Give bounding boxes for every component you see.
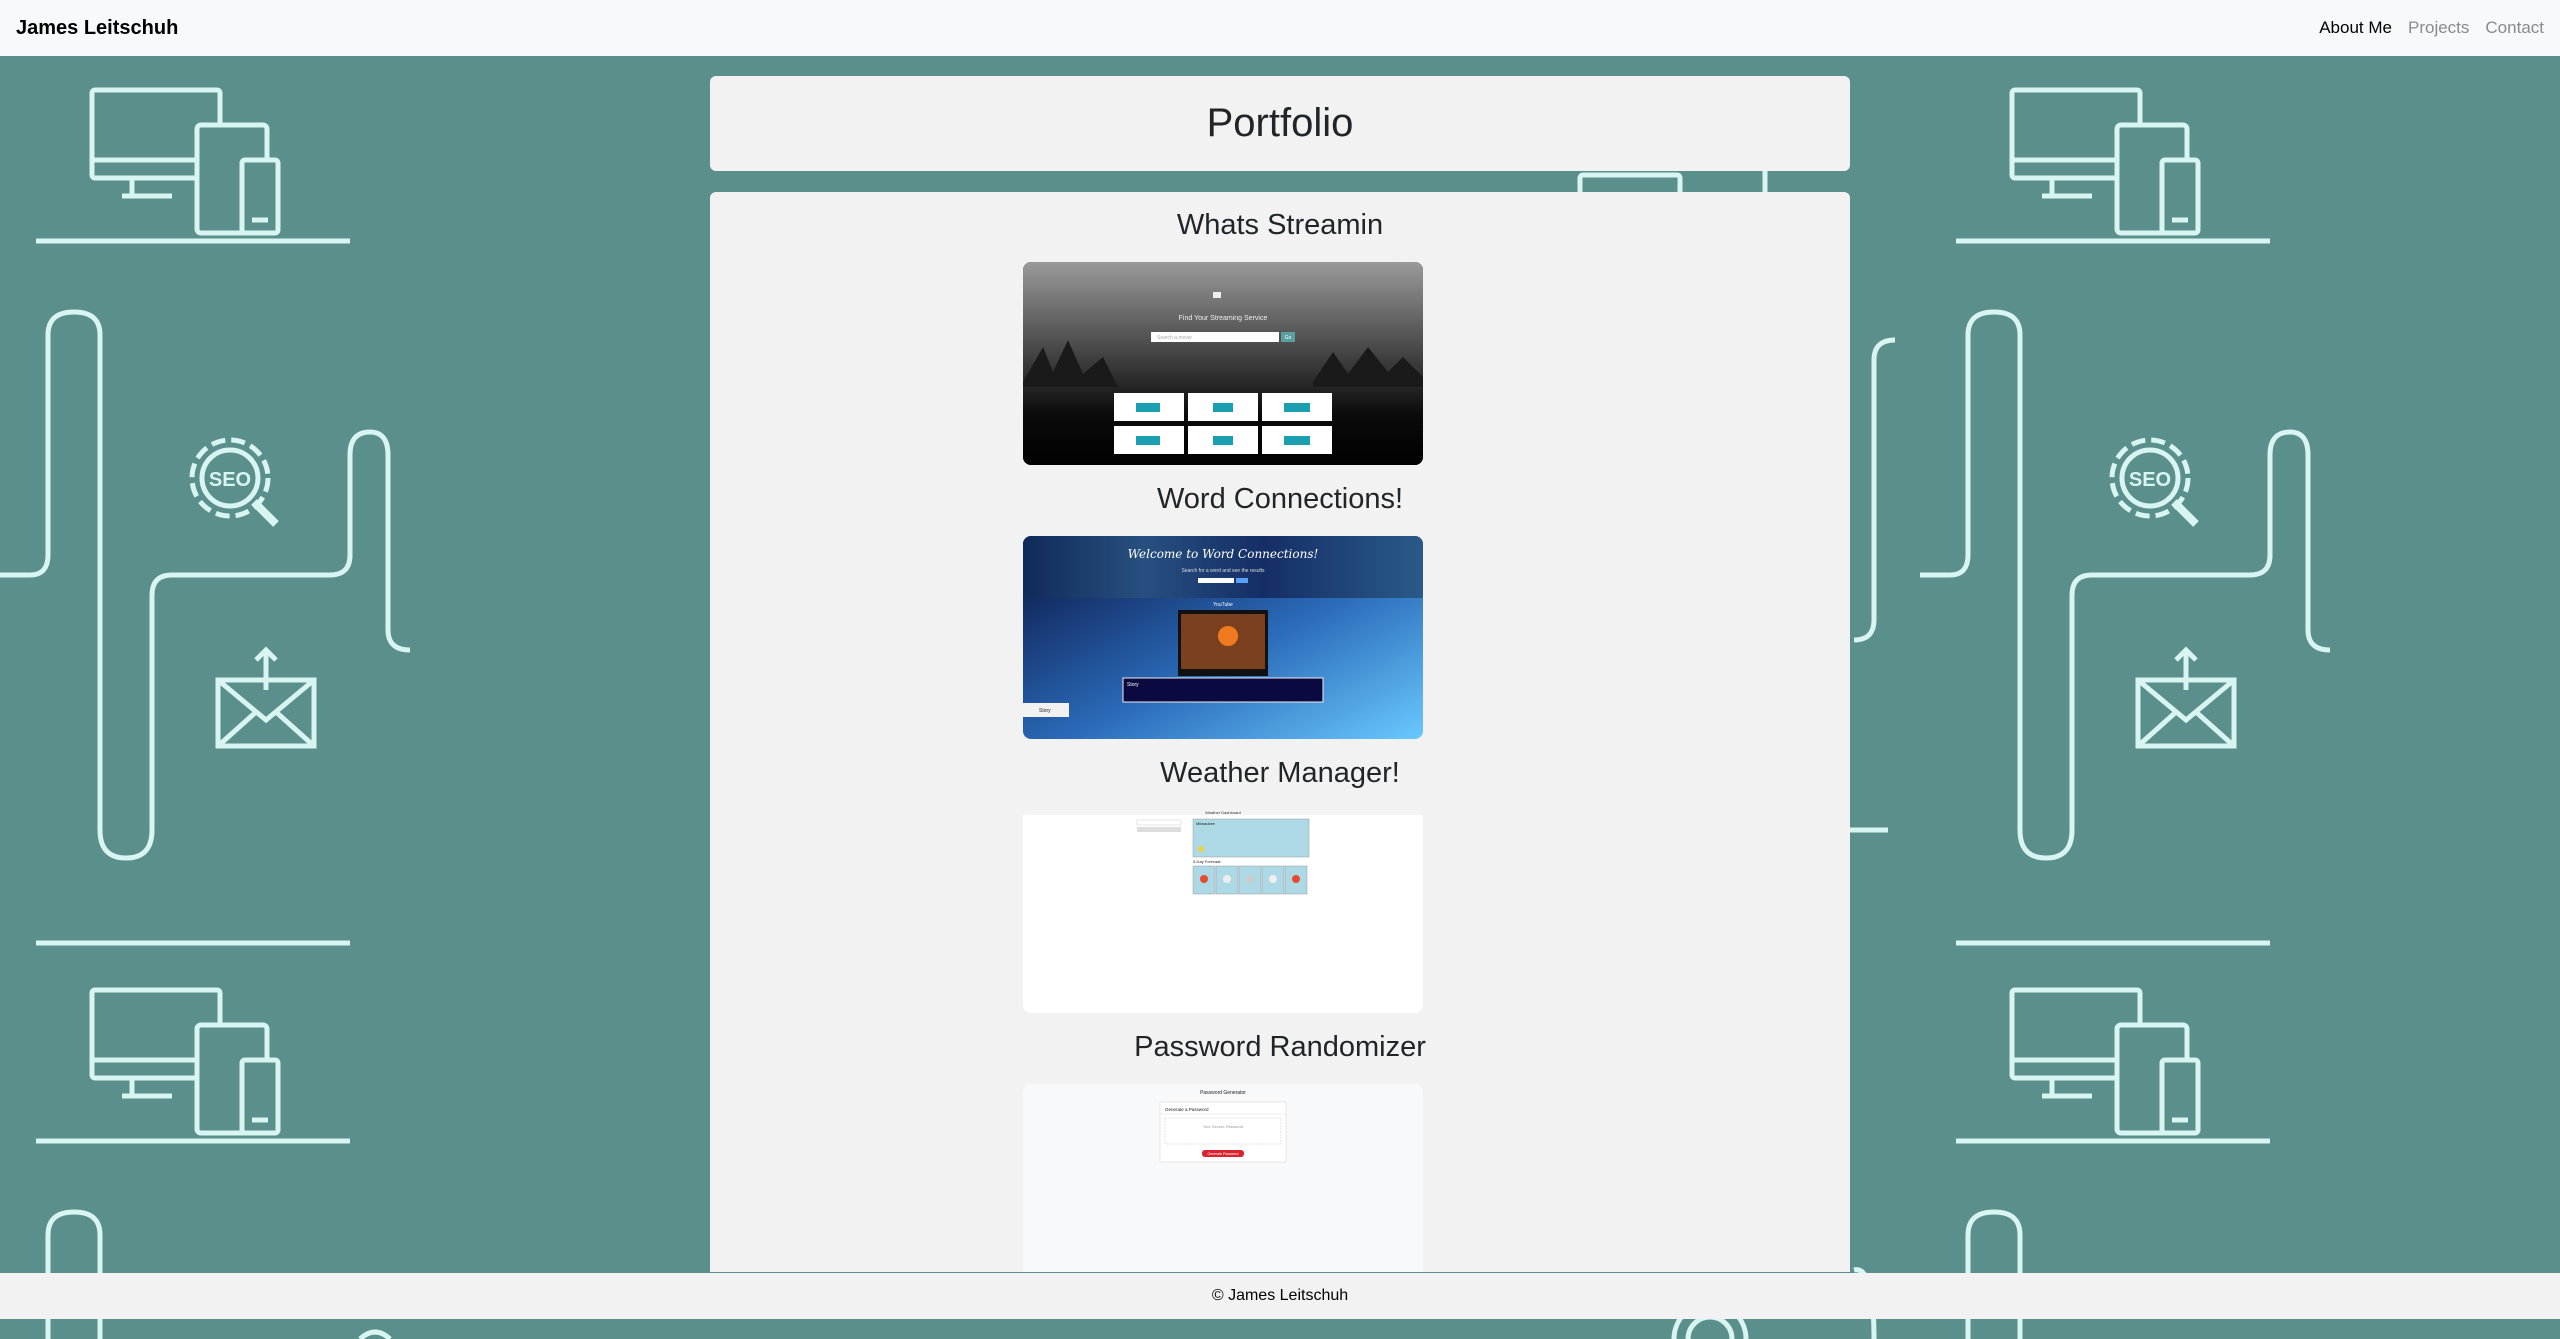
project-title-weather-manager: Weather Manager! — [1160, 757, 1400, 789]
shot-button-label: Generate Password — [1208, 1152, 1239, 1156]
project-screenshot-password-randomizer[interactable]: Password Generator Generate a Password Y… — [1023, 1084, 1423, 1272]
shot-heading: Password Generator — [1200, 1090, 1246, 1096]
devices-icon — [92, 90, 278, 233]
right-pattern — [1920, 90, 2330, 1339]
project-screenshot-weather-manager[interactable]: Weather Dashboard Milwaukee 5-Day Foreca… — [1023, 810, 1423, 1013]
shot-search-placeholder: Search a movie — [1157, 335, 1192, 341]
shot-forecast-label: 5-Day Forecast: — [1193, 859, 1221, 864]
shot-heading: Weather Dashboard — [1205, 810, 1241, 815]
shot-placeholder: Your Secure Password — [1203, 1124, 1244, 1129]
project-title-password-randomizer: Password Randomizer — [1134, 1031, 1426, 1063]
shot-button-label: Story — [1039, 708, 1051, 714]
projects-card: Whats Streamin Find Your Streaming Servi… — [710, 192, 1850, 1272]
shot-heading: Find Your Streaming Service — [1179, 315, 1268, 322]
nav-link-about[interactable]: About Me — [2319, 18, 2392, 38]
shot-card-title: Generate a Password — [1165, 1107, 1209, 1112]
project-screenshot-whats-streamin[interactable]: Find Your Streaming Service Search a mov… — [1023, 262, 1423, 465]
project-screenshot-word-connections[interactable]: Welcome to Word Connections! Search for … — [1023, 536, 1423, 739]
nav-links: About Me Projects Contact — [2319, 18, 2544, 38]
footer: © James Leitschuh — [0, 1273, 2560, 1319]
mail-icon — [218, 650, 314, 746]
shot-search-button: Go — [1285, 335, 1292, 341]
shot-info-label: Story — [1127, 682, 1139, 688]
project-title-whats-streamin: Whats Streamin — [1176, 209, 1384, 241]
project-title-word-connections: Word Connections! — [1156, 483, 1404, 515]
seo-gear-icon — [192, 440, 276, 524]
left-pattern — [0, 90, 410, 1339]
shot-subheading: Search for a word and see the results — [1181, 568, 1265, 574]
shot-current-label: Milwaukee — [1196, 821, 1216, 826]
footer-copyright: © James Leitschuh — [1211, 1287, 1349, 1304]
nav-link-projects[interactable]: Projects — [2408, 18, 2469, 38]
header-card: Portfolio — [710, 76, 1850, 171]
nav-link-contact[interactable]: Contact — [2485, 18, 2544, 38]
brand-link[interactable]: James Leitschuh — [16, 17, 178, 40]
shot-heading: Welcome to Word Connections! — [1128, 547, 1319, 561]
page-title: Portfolio — [1206, 101, 1354, 145]
devices-icon — [92, 990, 278, 1133]
navbar: James Leitschuh About Me Projects Contac… — [0, 0, 2560, 56]
shot-video-label: YouTube — [1213, 602, 1233, 608]
